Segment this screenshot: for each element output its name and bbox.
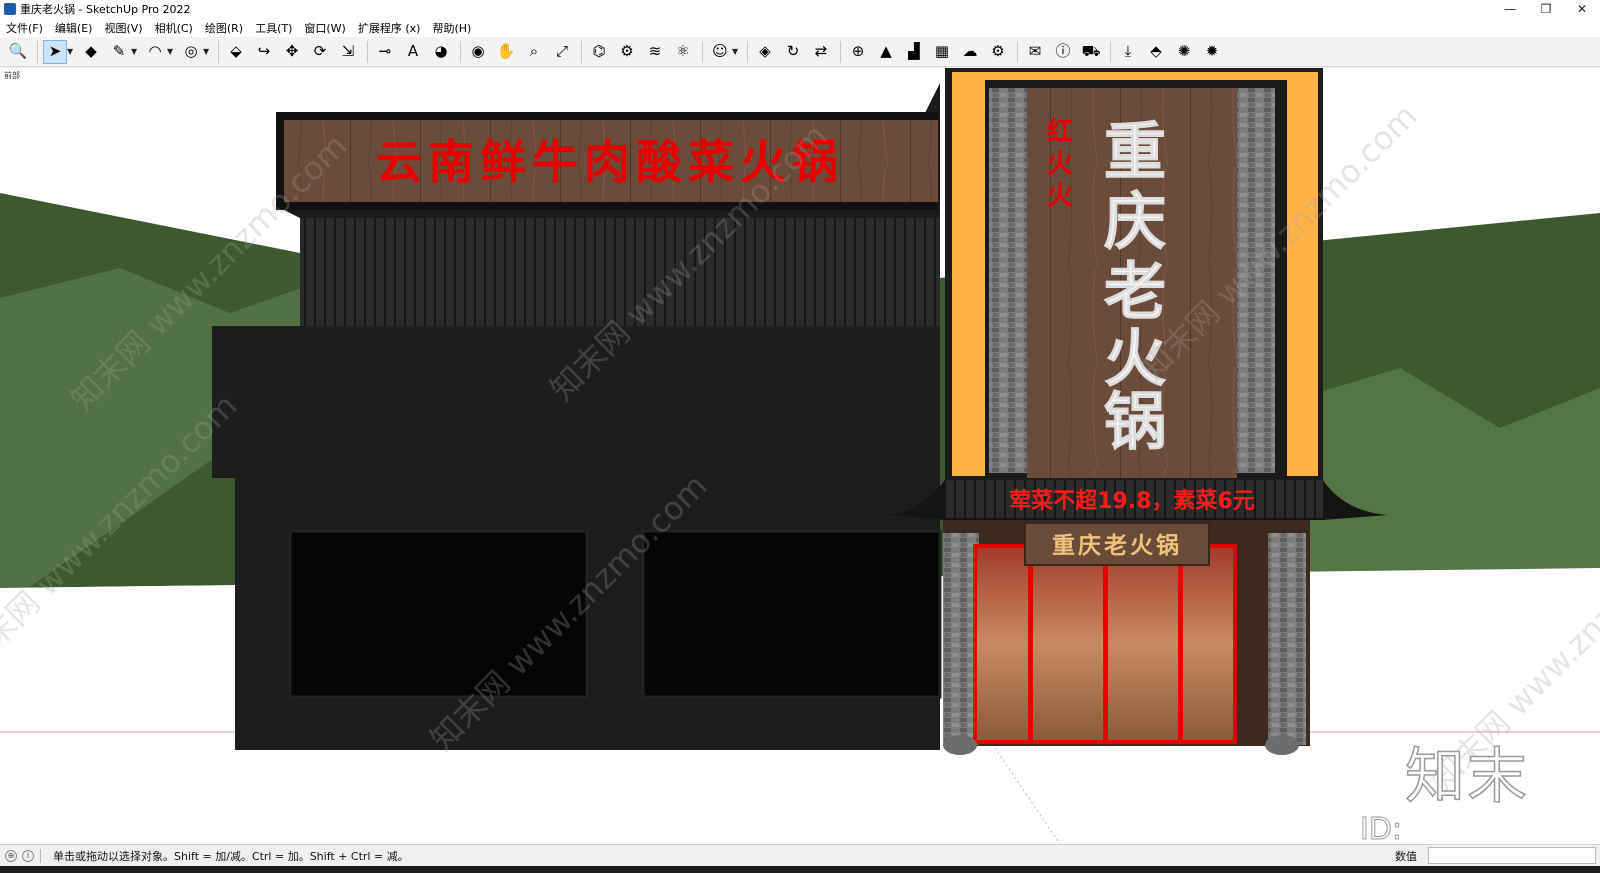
- toolbar-separator: [840, 40, 841, 63]
- menu-draw[interactable]: 绘图(R): [205, 20, 243, 36]
- taskbar-edge: [0, 866, 1600, 873]
- account-icon[interactable]: ☺: [708, 40, 732, 64]
- price-banner-text: 荤菜不超19.8，素菜6元: [1009, 488, 1255, 514]
- move-icon[interactable]: ✥: [280, 40, 304, 64]
- toolbar-separator: [37, 40, 38, 63]
- eraser-icon[interactable]: ◆: [79, 40, 103, 64]
- left-window-2: [641, 529, 942, 699]
- model-viewport[interactable]: 前部 云南鲜牛肉酸菜火锅 红 火 火 重 庆 老 火 锅 荤菜不超19.8，素菜…: [0, 68, 1600, 844]
- menu-bar: 文件(F) 编辑(E) 视图(V) 相机(C) 绘图(R) 工具(T) 窗口(W…: [0, 18, 1600, 37]
- zoom-window-icon[interactable]: ⤢: [550, 40, 574, 64]
- menu-file[interactable]: 文件(F): [6, 20, 43, 36]
- scene-tab[interactable]: 前部: [4, 70, 20, 81]
- menu-help[interactable]: 帮助(H): [432, 20, 471, 36]
- orbit-icon[interactable]: ◉: [466, 40, 490, 64]
- measurements-label: 数值: [1395, 850, 1417, 863]
- rotate-icon[interactable]: ⟳: [308, 40, 332, 64]
- toolbar-separator: [460, 40, 461, 63]
- chevron-down-icon[interactable]: ▼: [203, 47, 211, 56]
- sketchup-app-icon: [4, 3, 16, 15]
- title-bar: 重庆老火锅 - SketchUp Pro 2022 — ❐ ✕: [0, 0, 1600, 18]
- render-icon[interactable]: ✺: [1172, 40, 1196, 64]
- menu-tools[interactable]: 工具(T): [255, 20, 292, 36]
- small-char-2: 火: [1047, 149, 1073, 179]
- close-button[interactable]: ✕: [1564, 0, 1600, 18]
- push-pull-icon[interactable]: ⬙: [224, 40, 248, 64]
- settings-icon[interactable]: ⚙: [986, 40, 1010, 64]
- toolbar-separator: [747, 40, 748, 63]
- download-icon[interactable]: ⤓: [1116, 40, 1140, 64]
- follow-me-icon[interactable]: ↪: [252, 40, 276, 64]
- gear-orange-icon[interactable]: ✹: [1200, 40, 1224, 64]
- brick-pillar-left: [989, 88, 1027, 473]
- model-info-icon[interactable]: ⚛: [671, 40, 695, 64]
- geo-location-icon[interactable]: ⊕: [5, 849, 17, 862]
- plugin-1-icon[interactable]: ◈: [753, 40, 777, 64]
- shape-icon[interactable]: ◎: [179, 40, 203, 64]
- text-icon[interactable]: A: [401, 40, 425, 64]
- toolbar: 🔍 ➤ ▼ ◆ ✎ ▼ ◠ ▼ ◎ ▼ ⬙ ↪ ✥ ⟳ ⇲ ⊸ A ◕ ◉ ✋ ⌕ ⤢ ⌬ ⚙ ≋ ⚛ ☺ ▼ ◈ ↻ ⇄ ⊕ ▲ ▟ ▦ ☁ ⚙ ✉ ⓘ ⛟…: [0, 37, 1600, 67]
- status-message: 单击或拖动以选择对象。Shift = 加/减。Ctrl = 加。Shift + …: [53, 849, 409, 863]
- zoom-extents-icon[interactable]: 🔍: [6, 40, 30, 64]
- plugin-3-icon[interactable]: ⇄: [809, 40, 833, 64]
- small-char-3: 火: [1047, 181, 1073, 211]
- toolbar-separator: [218, 40, 219, 63]
- chevron-down-icon[interactable]: ▼: [131, 47, 139, 56]
- big-char-1: 重: [1104, 115, 1166, 188]
- menu-camera[interactable]: 相机(C): [155, 20, 193, 36]
- tree-icon[interactable]: ▲: [874, 40, 898, 64]
- toolbar-separator: [1110, 40, 1111, 63]
- paint-bucket-icon[interactable]: ◕: [429, 40, 453, 64]
- tape-measure-icon[interactable]: ⊸: [373, 40, 397, 64]
- checker-icon[interactable]: ▦: [930, 40, 954, 64]
- chevron-down-icon[interactable]: ▼: [67, 47, 75, 56]
- menu-view[interactable]: 视图(V): [104, 20, 142, 36]
- zoom-icon[interactable]: ⌕: [522, 40, 546, 64]
- toolbar-separator: [702, 40, 703, 63]
- plugin-2-icon[interactable]: ↻: [781, 40, 805, 64]
- cloud-upload-icon[interactable]: ☁: [958, 40, 982, 64]
- menu-edit[interactable]: 编辑(E): [55, 20, 93, 36]
- toolbar-separator: [367, 40, 368, 63]
- site-logo: 知末: [1404, 741, 1529, 813]
- arc-icon[interactable]: ◠: [143, 40, 167, 64]
- minimize-button[interactable]: —: [1492, 0, 1528, 18]
- menu-window[interactable]: 窗口(W): [304, 20, 345, 36]
- status-bar: ⊕ i 单击或拖动以选择对象。Shift = 加/减。Ctrl = 加。Shif…: [0, 844, 1600, 866]
- small-char-1: 红: [1047, 116, 1073, 147]
- big-char-5: 锅: [1104, 385, 1166, 458]
- extension-warehouse-icon[interactable]: ⚙: [615, 40, 639, 64]
- scale-icon[interactable]: ⇲: [336, 40, 360, 64]
- credits-icon[interactable]: i: [22, 849, 34, 862]
- window-title: 重庆老火锅 - SketchUp Pro 2022: [20, 3, 191, 16]
- add-icon[interactable]: ⊕: [846, 40, 870, 64]
- vertical-small-text: 红 火 火: [1047, 116, 1073, 211]
- mail-icon[interactable]: ✉: [1023, 40, 1047, 64]
- pan-icon[interactable]: ✋: [494, 40, 518, 64]
- big-char-3: 老: [1104, 255, 1166, 328]
- vertical-big-text: 重 庆 老 火 锅: [1103, 115, 1166, 459]
- maximize-button[interactable]: ❐: [1528, 0, 1564, 18]
- menu-extensions[interactable]: 扩展程序 (x): [358, 20, 421, 36]
- window-controls: — ❐ ✕: [1492, 0, 1600, 18]
- layout-icon[interactable]: ≋: [643, 40, 667, 64]
- chevron-down-icon[interactable]: ▼: [167, 47, 175, 56]
- toolbar-separator: [1017, 40, 1018, 63]
- toolbar-separator: [581, 40, 582, 63]
- entrance-plaque-text: 重庆老火锅: [1052, 532, 1182, 559]
- cart-icon[interactable]: ⛟: [1079, 40, 1103, 64]
- stairs-icon[interactable]: ▟: [902, 40, 926, 64]
- measurements-input[interactable]: [1428, 847, 1596, 864]
- sketchup-window: 重庆老火锅 - SketchUp Pro 2022 — ❐ ✕ 文件(F) 编辑…: [0, 0, 1600, 873]
- warehouse-icon[interactable]: ⌬: [587, 40, 611, 64]
- asset-id-label: ID: 1176260887: [1360, 812, 1403, 845]
- pencil-icon[interactable]: ✎: [107, 40, 131, 64]
- layers-icon[interactable]: ⬘: [1144, 40, 1168, 64]
- chevron-down-icon[interactable]: ▼: [732, 47, 740, 56]
- info-icon[interactable]: ⓘ: [1051, 40, 1075, 64]
- big-char-2: 庆: [1104, 185, 1166, 258]
- select-icon[interactable]: ➤: [43, 39, 67, 64]
